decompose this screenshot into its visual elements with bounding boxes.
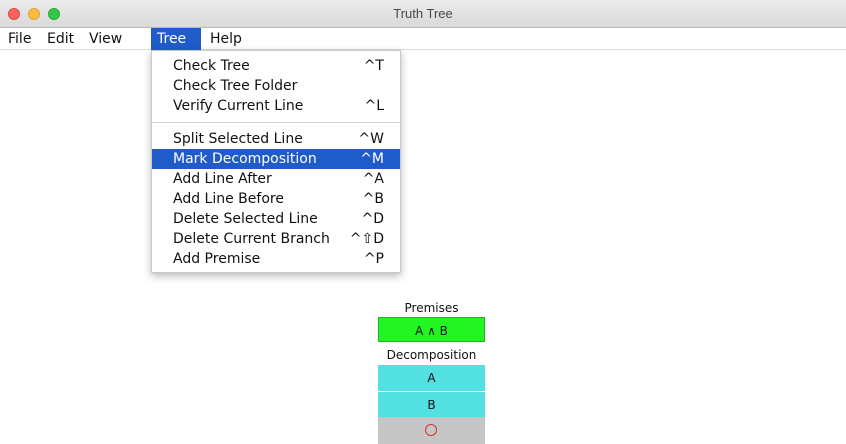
menu-item-mark-decomposition[interactable]: Mark Decomposition ^M <box>152 149 400 169</box>
menu-item-label: Add Line After <box>173 171 272 187</box>
menu-item-shortcut: ^W <box>358 131 384 147</box>
menu-item-shortcut: ^D <box>361 211 384 227</box>
menu-tree[interactable]: Tree <box>151 28 201 50</box>
menu-item-delete-selected-line[interactable]: Delete Selected Line ^D <box>152 209 400 229</box>
menu-item-delete-current-branch[interactable]: Delete Current Branch ^⇧D <box>152 229 400 249</box>
menu-item-check-tree[interactable]: Check Tree ^T <box>152 56 400 76</box>
menu-item-add-line-after[interactable]: Add Line After ^A <box>152 169 400 189</box>
menu-item-label: Check Tree <box>173 58 250 74</box>
premises-header: Premises <box>404 301 459 315</box>
menu-item-shortcut: ^L <box>364 98 384 114</box>
menu-item-check-tree-folder[interactable]: Check Tree Folder <box>152 76 400 96</box>
menu-item-verify-current-line[interactable]: Verify Current Line ^L <box>152 96 400 116</box>
closed-branch-line[interactable] <box>378 417 485 444</box>
menu-item-shortcut: ^T <box>363 58 384 74</box>
menu-item-label: Add Line Before <box>173 191 284 207</box>
truth-tree-window: Truth Tree File Edit View Tree Help Prem… <box>0 0 846 444</box>
menu-separator <box>152 122 400 123</box>
menu-item-label: Mark Decomposition <box>173 151 317 167</box>
menu-item-shortcut: ^⇧D <box>349 231 384 247</box>
menu-item-shortcut: ^B <box>362 191 384 207</box>
menu-help[interactable]: Help <box>204 28 248 50</box>
decomposition-header: Decomposition <box>386 348 477 362</box>
menu-item-label: Split Selected Line <box>173 131 303 147</box>
menu-item-label: Verify Current Line <box>173 98 304 114</box>
menu-item-add-line-before[interactable]: Add Line Before ^B <box>152 189 400 209</box>
menu-edit[interactable]: Edit <box>41 28 80 50</box>
tree-menu-dropdown: Check Tree ^T Check Tree Folder Verify C… <box>151 50 401 273</box>
decomposition-line[interactable]: A <box>378 365 485 391</box>
premise-line[interactable]: A ∧ B <box>378 317 485 342</box>
menu-item-shortcut: ^P <box>363 251 384 267</box>
menu-item-label: Check Tree Folder <box>173 78 298 94</box>
window-title: Truth Tree <box>393 6 453 21</box>
title-bar: Truth Tree <box>0 0 846 28</box>
menu-item-add-premise[interactable]: Add Premise ^P <box>152 249 400 269</box>
menu-item-shortcut: ^A <box>362 171 384 187</box>
menu-item-label: Delete Selected Line <box>173 211 318 227</box>
menu-item-split-selected-line[interactable]: Split Selected Line ^W <box>152 129 400 149</box>
menu-bar: File Edit View Tree Help <box>0 28 846 50</box>
menu-file[interactable]: File <box>2 28 37 50</box>
decomposition-line[interactable]: B <box>378 391 485 417</box>
menu-view[interactable]: View <box>83 28 128 50</box>
menu-item-label: Add Premise <box>173 251 261 267</box>
menu-item-label: Delete Current Branch <box>173 231 330 247</box>
closed-branch-icon <box>425 424 437 436</box>
menu-item-shortcut: ^M <box>360 151 384 167</box>
